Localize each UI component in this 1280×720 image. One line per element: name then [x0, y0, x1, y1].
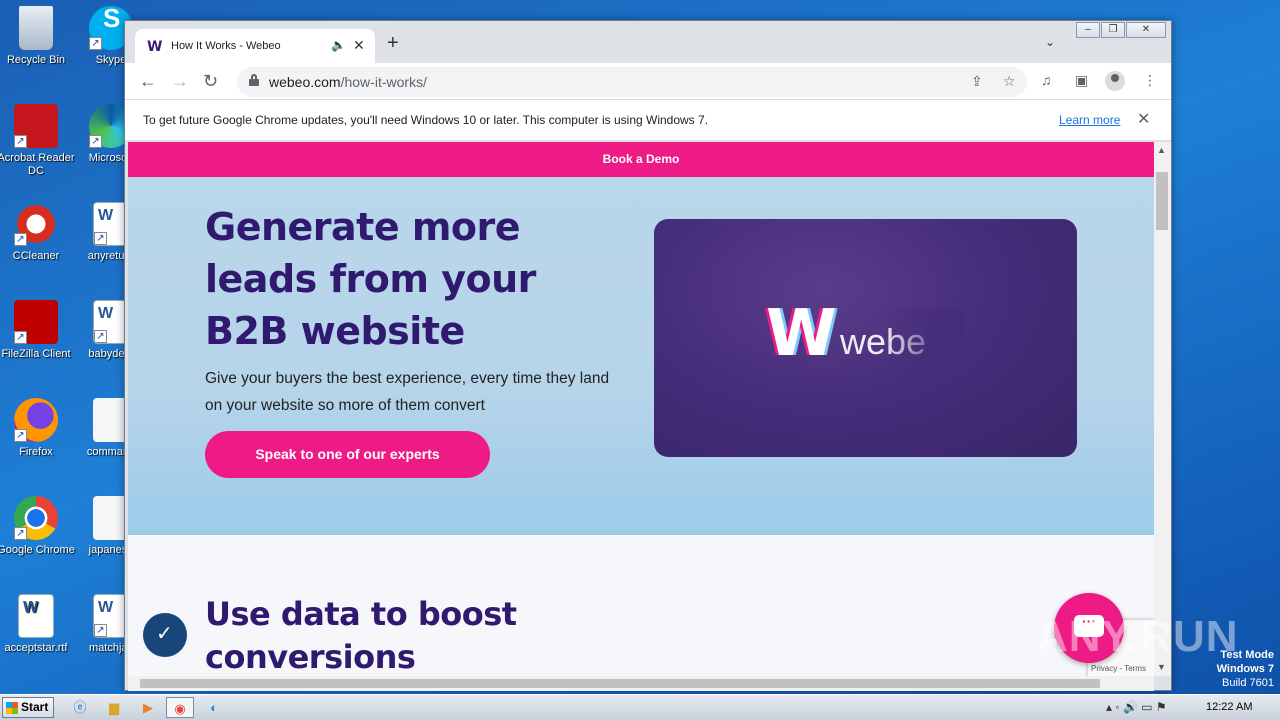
lock-icon[interactable]	[249, 74, 259, 86]
taskbar: Start ⓔ ▆ ▶ ◉ ◐ ▴ ◦ 🔊 ▭ ⚑ 12:22 AM	[0, 694, 1280, 720]
desktop-icon-acceptstar[interactable]: W acceptstar.rtf	[0, 594, 75, 655]
close-window-button[interactable]: ✕	[1126, 22, 1166, 38]
browser-toolbar: ← → ↻ webeo.com/how-it-works/ ⇪ ☆ ♫ ▣ ⋮	[125, 63, 1171, 99]
vertical-scroll-thumb[interactable]	[1156, 172, 1168, 230]
desktop-icon-label: Skype	[95, 54, 127, 66]
desktop-icon-label: FileZilla Client	[1, 348, 71, 360]
data-section: Use data to boost conversions	[128, 535, 1154, 676]
clock[interactable]: 12:22 AM	[1206, 701, 1252, 713]
share-icon[interactable]: ⇪	[971, 73, 983, 90]
chrome-icon: ↗	[14, 496, 58, 540]
bookmark-star-icon[interactable]: ☆	[1003, 73, 1016, 90]
restore-button[interactable]: ❐	[1101, 22, 1125, 38]
desktop-icon-label: acceptstar.rtf	[4, 642, 68, 654]
tab-title: How It Works - Webeo	[171, 40, 281, 52]
section-title: Use data to boost conversions	[205, 595, 517, 676]
horizontal-scroll-thumb[interactable]	[140, 679, 1100, 688]
back-arrow-icon[interactable]: ←	[139, 69, 157, 93]
new-tab-plus-icon[interactable]: +	[387, 33, 399, 53]
profile-avatar-icon[interactable]	[1105, 71, 1125, 91]
word-document-icon: W	[18, 594, 54, 638]
chrome-window: W How It Works - Webeo 🔈 ✕ + ⌄ – ❐ ✕ ← →…	[124, 20, 1172, 691]
tab-strip: W How It Works - Webeo 🔈 ✕ + ⌄ – ❐ ✕	[125, 21, 1171, 63]
tab-search-chevron-icon[interactable]: ⌄	[1045, 35, 1055, 49]
desktop-icon-firefox[interactable]: ↗ Firefox	[0, 398, 75, 459]
test-mode-line: Windows 7	[1216, 663, 1274, 675]
firefox-icon: ↗	[14, 398, 58, 442]
desktop-icon-filezilla[interactable]: ↗ FileZilla Client	[0, 300, 75, 361]
desktop-icon-recycle-bin[interactable]: Recycle Bin	[0, 6, 75, 67]
webeo-favicon-icon: W	[147, 39, 163, 55]
close-tab-icon[interactable]: ✕	[353, 37, 365, 54]
internet-explorer-icon[interactable]: ⓔ	[66, 697, 94, 718]
speedometer-check-icon	[143, 613, 187, 657]
hero-video[interactable]: W webe	[654, 219, 1077, 457]
close-infobar-icon[interactable]: ✕	[1137, 109, 1150, 129]
video-fade	[884, 309, 964, 379]
recaptcha-terms[interactable]: Privacy - Terms	[1091, 664, 1146, 673]
test-mode-line: Test Mode	[1220, 649, 1274, 661]
minimize-button[interactable]: –	[1076, 22, 1100, 38]
desktop-icon-label: Google Chrome	[0, 544, 75, 556]
update-infobar: To get future Google Chrome updates, you…	[125, 99, 1171, 141]
tab-how-it-works[interactable]: W How It Works - Webeo 🔈 ✕	[135, 29, 375, 63]
recycle-bin-icon	[19, 6, 53, 50]
reload-icon[interactable]: ↻	[203, 69, 218, 93]
infobar-message: To get future Google Chrome updates, you…	[143, 113, 709, 127]
speaker-icon[interactable]: 🔈	[331, 38, 346, 52]
page-viewport: Book a Demo Generate more leads from you…	[128, 142, 1154, 676]
media-control-icon[interactable]: ♫	[1041, 72, 1052, 88]
acrobat-icon: ↗	[14, 104, 58, 148]
anyrun-watermark: ANY.RUN	[1036, 612, 1239, 661]
scroll-up-arrow-icon[interactable]: ▲	[1157, 145, 1166, 155]
file-explorer-icon[interactable]: ▆	[100, 697, 128, 718]
forward-arrow-icon[interactable]: →	[171, 69, 189, 93]
filezilla-icon: ↗	[14, 300, 58, 344]
desktop-icon-label: Acrobat Reader DC	[0, 152, 75, 177]
webeo-logo-icon: W	[766, 297, 837, 371]
test-mode-line: Build 7601	[1222, 677, 1274, 689]
media-player-icon[interactable]: ▶	[134, 697, 162, 718]
learn-more-link[interactable]: Learn more	[1059, 113, 1120, 127]
edge-taskbar-icon[interactable]: ◐	[200, 697, 228, 718]
hero-subtitle: Give your buyers the best experience, ev…	[205, 370, 610, 414]
vertical-scrollbar[interactable]: ▲ ▼	[1154, 142, 1171, 676]
desktop-icon-label: CCleaner	[12, 250, 60, 262]
url-text[interactable]: webeo.com/how-it-works/	[269, 74, 427, 90]
desktop-icon-acrobat[interactable]: ↗ Acrobat Reader DC	[0, 104, 75, 178]
start-button[interactable]: Start	[2, 697, 54, 718]
desktop-icon-label: Firefox	[19, 446, 53, 458]
horizontal-scrollbar[interactable]	[128, 676, 1154, 691]
menu-kebab-icon[interactable]: ⋮	[1143, 72, 1157, 89]
chrome-taskbar-icon[interactable]: ◉	[166, 697, 194, 718]
scroll-down-arrow-icon[interactable]: ▼	[1157, 662, 1166, 672]
desktop-icon-ccleaner[interactable]: ↗ CCleaner	[0, 202, 75, 263]
hero-section: Generate more leads from your B2B websit…	[128, 177, 1154, 535]
address-bar[interactable]: webeo.com/how-it-works/ ⇪ ☆	[237, 67, 1027, 97]
test-mode-label: Test Mode Windows 7 Build 7601	[1217, 648, 1274, 690]
book-demo-bar[interactable]: Book a Demo	[128, 142, 1154, 177]
ccleaner-icon: ↗	[14, 202, 58, 246]
system-tray-icons[interactable]: ▴ ◦ 🔊 ▭ ⚑	[1106, 700, 1167, 714]
desktop-icon-chrome[interactable]: ↗ Google Chrome	[0, 496, 75, 557]
side-panel-icon[interactable]: ▣	[1075, 72, 1088, 89]
desktop-icon-label: Recycle Bin	[6, 54, 66, 66]
hero-title: Generate more leads from your B2B websit…	[205, 205, 536, 353]
speak-to-experts-button[interactable]: Speak to one of our experts	[205, 431, 490, 478]
